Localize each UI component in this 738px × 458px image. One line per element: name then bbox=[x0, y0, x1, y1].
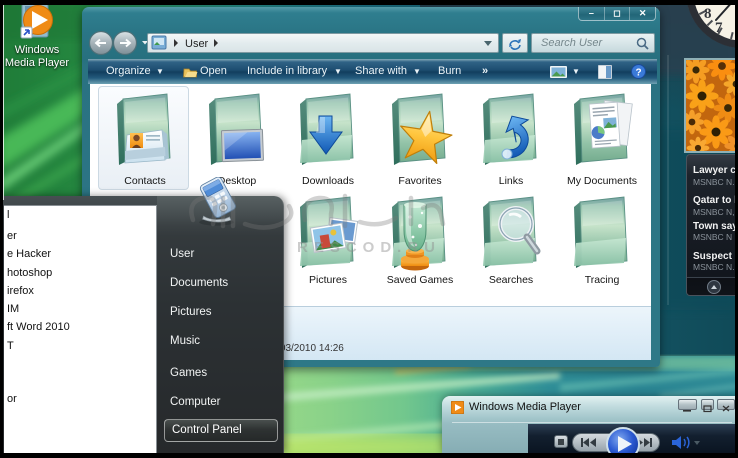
svg-text:7: 7 bbox=[715, 20, 723, 36]
svg-text:RESCOD.RU: RESCOD.RU bbox=[297, 239, 441, 256]
svg-text:8: 8 bbox=[704, 6, 712, 22]
svg-text:?: ? bbox=[636, 68, 642, 79]
svg-text:User: User bbox=[185, 38, 209, 50]
